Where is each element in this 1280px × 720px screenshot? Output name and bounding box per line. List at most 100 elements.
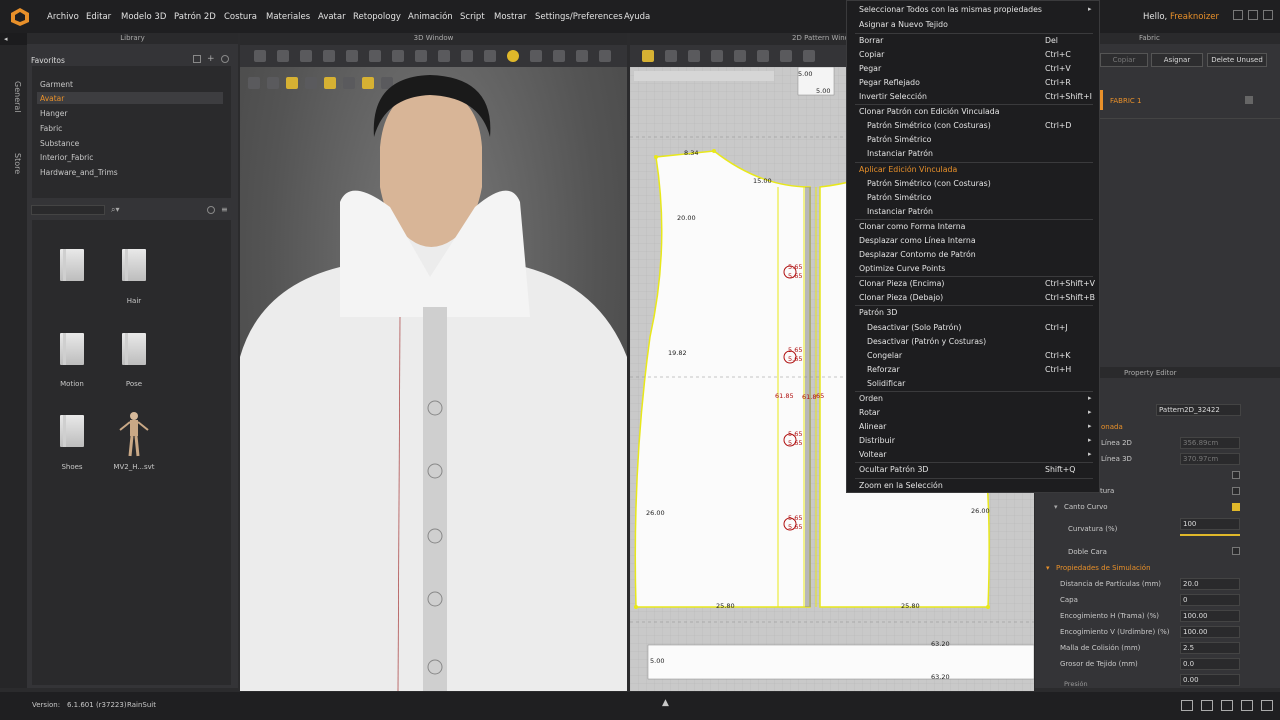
expand-arrow-icon[interactable]: ▾ [1054,503,1058,511]
layout-full-icon[interactable] [1261,700,1273,711]
simulate-icon[interactable] [507,50,519,62]
context-menu-item[interactable]: Pegar Reflejado Ctrl+R [847,78,1101,91]
context-menu-item[interactable]: Congelar Ctrl+K [847,351,1101,364]
upload-icon[interactable] [193,55,201,63]
context-menu-item[interactable]: Ocultar Patrón 3D Shift+Q [847,465,1101,478]
shrink-warp-field[interactable]: 100.00 [1180,626,1240,638]
context-menu-item[interactable]: Clonar como Forma Interna [847,222,1101,235]
context-menu-item[interactable]: Instanciar Patrón [847,149,1101,162]
library-item-substance[interactable]: Substance [40,139,79,148]
context-menu-item[interactable]: Seleccionar Todos con las mismas propied… [847,5,1101,18]
context-menu-item[interactable]: Desactivar (Solo Patrón) Ctrl+J [847,323,1101,336]
context-menu-item[interactable]: Borrar Del [847,36,1101,49]
layout-single-icon[interactable] [1181,700,1193,711]
tab-general[interactable]: General [4,81,22,113]
context-menu-item[interactable]: Instanciar Patrón [847,207,1101,220]
menu-editar[interactable]: Editar [86,12,111,22]
zipper-icon[interactable] [576,50,588,62]
collision-mesh-field[interactable]: 2.5 [1180,642,1240,654]
doble-cara-checkbox[interactable] [1232,547,1240,555]
avatar-thumb-icon[interactable] [118,410,150,458]
assign-fabric-button[interactable]: Asignar [1151,53,1203,67]
context-menu-item[interactable]: Copiar Ctrl+C [847,50,1101,63]
texture-icon[interactable] [484,50,496,62]
collapse-arrow-icon[interactable]: ◂ [0,33,27,45]
layout-2d-icon[interactable] [1241,700,1253,711]
segment-icon[interactable] [415,50,427,62]
folder-pose-icon[interactable] [122,333,146,365]
graphic-icon[interactable] [530,50,542,62]
context-menu-item[interactable]: Reforzar Ctrl+H [847,365,1101,378]
app-logo-icon[interactable] [10,7,30,27]
folder-motion-icon[interactable] [60,333,84,365]
rectangle-icon[interactable] [734,50,746,62]
context-menu-item[interactable]: Orden ▸ [847,394,1101,407]
topstitch-icon[interactable] [599,50,611,62]
add-icon[interactable]: + [207,55,215,64]
menu-ayuda[interactable]: Ayuda [624,12,650,22]
button-icon[interactable] [553,50,565,62]
delete-unused-button[interactable]: Delete Unused [1207,53,1267,67]
menu-costura[interactable]: Costura [224,12,257,22]
tack-icon[interactable] [369,50,381,62]
context-menu-item[interactable]: Desplazar Contorno de Patrón [847,250,1101,263]
layer-field[interactable]: 0 [1180,594,1240,606]
expand-arrow-icon[interactable]: ▾ [1046,564,1050,572]
shrink-weft-field[interactable]: 100.00 [1180,610,1240,622]
expand-up-icon[interactable]: ▲ [662,698,669,708]
tab-store[interactable]: Store [4,153,22,174]
context-menu-item[interactable]: Clonar Pieza (Debajo) Ctrl+Shift+B [847,293,1101,306]
edit-pattern-icon[interactable] [642,50,654,62]
context-menu-item[interactable]: Aplicar Edición Vinculada [847,165,1101,178]
context-menu-item[interactable]: Zoom en la Selección [847,481,1101,494]
checkbox[interactable] [1232,471,1240,479]
username[interactable]: Freaknoizer [1170,12,1219,22]
folder-hair-icon[interactable] [122,249,146,281]
menu-animacion[interactable]: Animación [408,12,453,22]
arrow-icon[interactable] [438,50,450,62]
menu-script[interactable]: Script [460,12,485,22]
context-menu-item[interactable]: Patrón Simétrico [847,193,1101,206]
particle-distance-field[interactable]: 20.0 [1180,578,1240,590]
context-menu-item[interactable]: Solidificar [847,379,1101,392]
internal-polygon-icon[interactable] [803,50,815,62]
curvatura-slider[interactable] [1180,534,1240,536]
context-menu-item[interactable]: Patrón Simétrico [847,135,1101,148]
menu-settings[interactable]: Settings/Preferences [535,12,623,22]
context-menu-item[interactable]: Asignar a Nuevo Tejido [847,20,1101,33]
folder-thumb-icon[interactable] [60,249,84,281]
close-icon[interactable] [1263,10,1273,20]
menu-mostrar[interactable]: Mostrar [494,12,527,22]
library-item-avatar[interactable]: Avatar [40,94,64,103]
fold-arrange-icon[interactable] [300,50,312,62]
context-menu-item[interactable]: Desplazar como Línea Interna [847,236,1101,249]
pin-icon[interactable] [323,50,335,62]
extra-field[interactable]: 0.00 [1180,674,1240,686]
minimize-icon[interactable] [1233,10,1243,20]
circle-icon[interactable] [757,50,769,62]
checkbox[interactable] [1232,487,1240,495]
context-menu-item[interactable]: Patrón 3D [847,308,1101,321]
fabric-settings-icon[interactable] [1245,96,1253,104]
library-item-fabric[interactable]: Fabric [40,124,62,133]
menu-retopology[interactable]: Retopology [353,12,401,22]
polygon-icon[interactable] [711,50,723,62]
pattern-name-field[interactable]: Pattern2D_32422 [1156,404,1241,416]
context-menu-item[interactable]: Alinear ▸ [847,422,1101,435]
library-item-interior-fabric[interactable]: Interior_Fabric [40,153,93,162]
transform-pattern-icon[interactable] [254,50,266,62]
copy-fabric-button[interactable]: Copiar [1100,53,1148,67]
search-icon[interactable]: ⌕▾ [111,205,120,215]
fabric-item[interactable]: FABRIC 1 [1110,97,1141,105]
measure-icon[interactable] [392,50,404,62]
curvatura-value[interactable]: 100 [1180,518,1240,530]
refresh-icon[interactable] [207,206,215,214]
maximize-icon[interactable] [1248,10,1258,20]
context-menu-item[interactable]: Patrón Simétrico (con Costuras) [847,179,1101,192]
context-menu-item[interactable]: Optimize Curve Points [847,264,1101,277]
avatar-measure-icon[interactable] [461,50,473,62]
context-menu-item[interactable]: Rotar ▸ [847,408,1101,421]
library-item-hanger[interactable]: Hanger [40,109,67,118]
canto-curvo-checkbox[interactable] [1232,503,1240,511]
context-menu-item[interactable]: Invertir Selección Ctrl+Shift+I [847,92,1101,105]
